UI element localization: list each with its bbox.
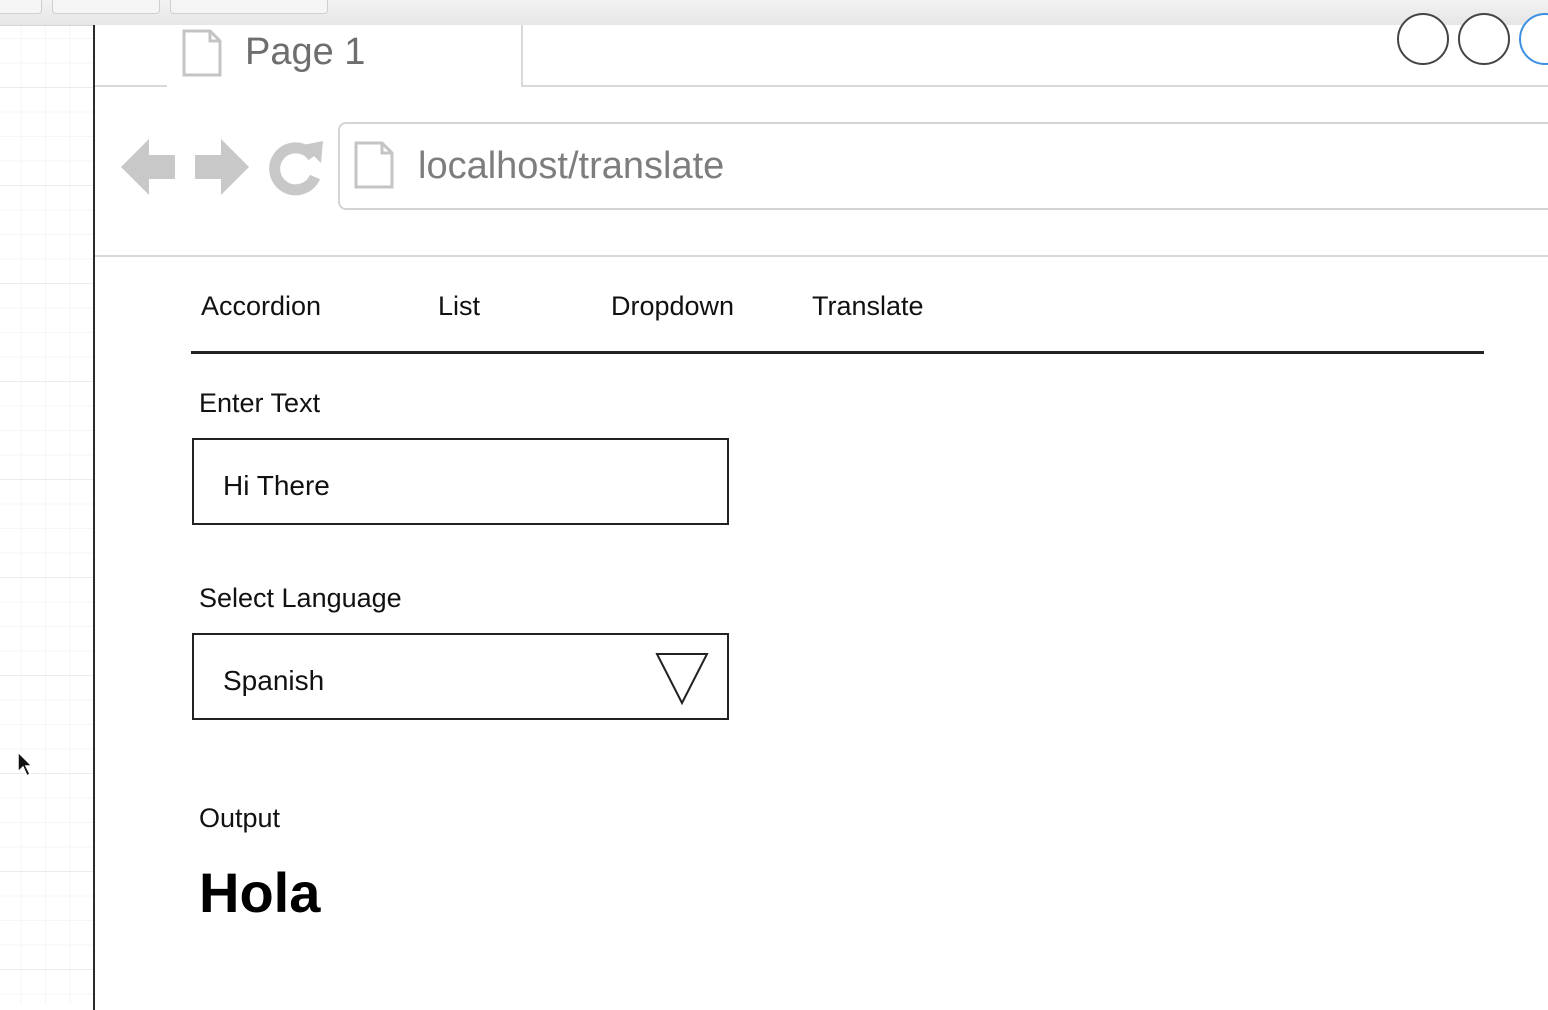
language-select-value: Spanish: [223, 665, 325, 696]
output-label: Output: [199, 803, 281, 833]
toolbar-button[interactable]: [52, 0, 160, 14]
toolbar-button[interactable]: [0, 0, 42, 14]
back-arrow-icon[interactable]: [119, 137, 177, 202]
window-maximize-icon[interactable]: [1458, 13, 1510, 65]
editor-toolbar-strip: [0, 0, 1548, 26]
output-value: Hola: [199, 861, 321, 924]
menu-item-accordion[interactable]: Accordion: [201, 291, 321, 322]
reload-icon[interactable]: [267, 137, 323, 202]
enter-text-label: Enter Text: [199, 388, 321, 418]
menu-divider: [191, 351, 1484, 354]
browser-tab-bar: Page 1: [95, 13, 1548, 87]
toolbar-button[interactable]: [170, 0, 328, 14]
mouse-cursor-icon: [16, 750, 34, 783]
menu-item-dropdown[interactable]: Dropdown: [611, 291, 734, 322]
text-input-value: Hi There: [223, 470, 330, 501]
browser-nav-bar: localhost/translate: [95, 87, 1548, 257]
menu-item-list[interactable]: List: [438, 291, 480, 322]
menu-item-translate[interactable]: Translate: [812, 291, 924, 322]
url-text: localhost/translate: [418, 145, 725, 187]
language-select[interactable]: Spanish: [192, 633, 729, 720]
url-bar[interactable]: localhost/translate: [338, 122, 1548, 210]
browser-tab-page-1[interactable]: Page 1: [167, 25, 523, 87]
forward-arrow-icon[interactable]: [193, 137, 251, 202]
tab-bar-spacer: [95, 25, 169, 85]
page-icon: [354, 141, 394, 194]
dropdown-triangle-icon[interactable]: [654, 651, 710, 712]
page-icon: [182, 29, 222, 82]
select-language-label: Select Language: [199, 583, 402, 613]
tab-title: Page 1: [245, 31, 366, 73]
window-minimize-icon[interactable]: [1397, 13, 1449, 65]
text-input[interactable]: Hi There: [192, 438, 729, 525]
